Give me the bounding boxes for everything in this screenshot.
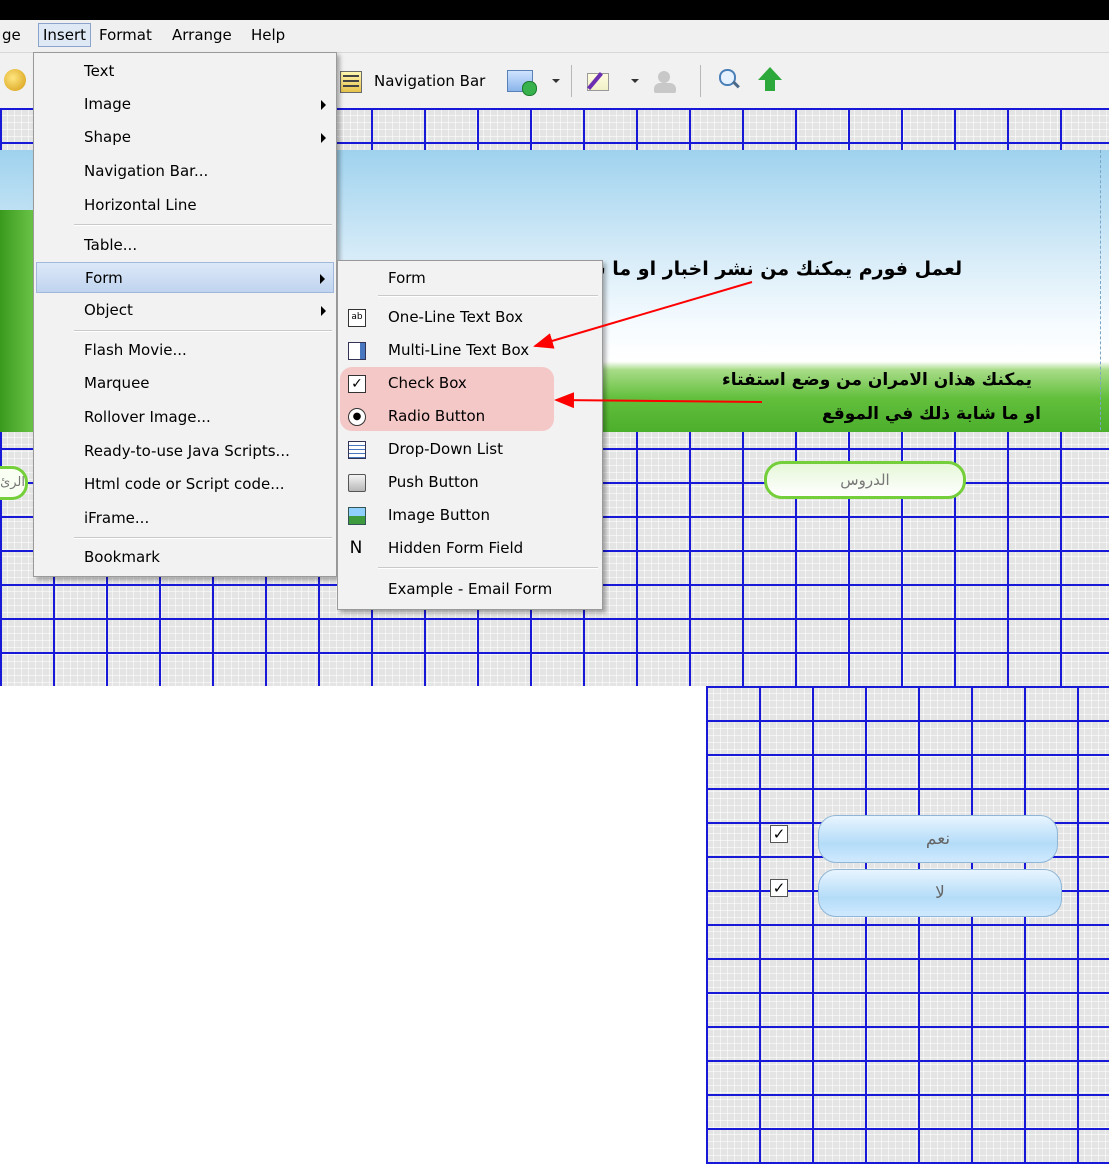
poll-annotation-arrow xyxy=(554,392,763,409)
form-annotation-arrow xyxy=(533,281,753,349)
annotation-arrows xyxy=(533,281,763,409)
